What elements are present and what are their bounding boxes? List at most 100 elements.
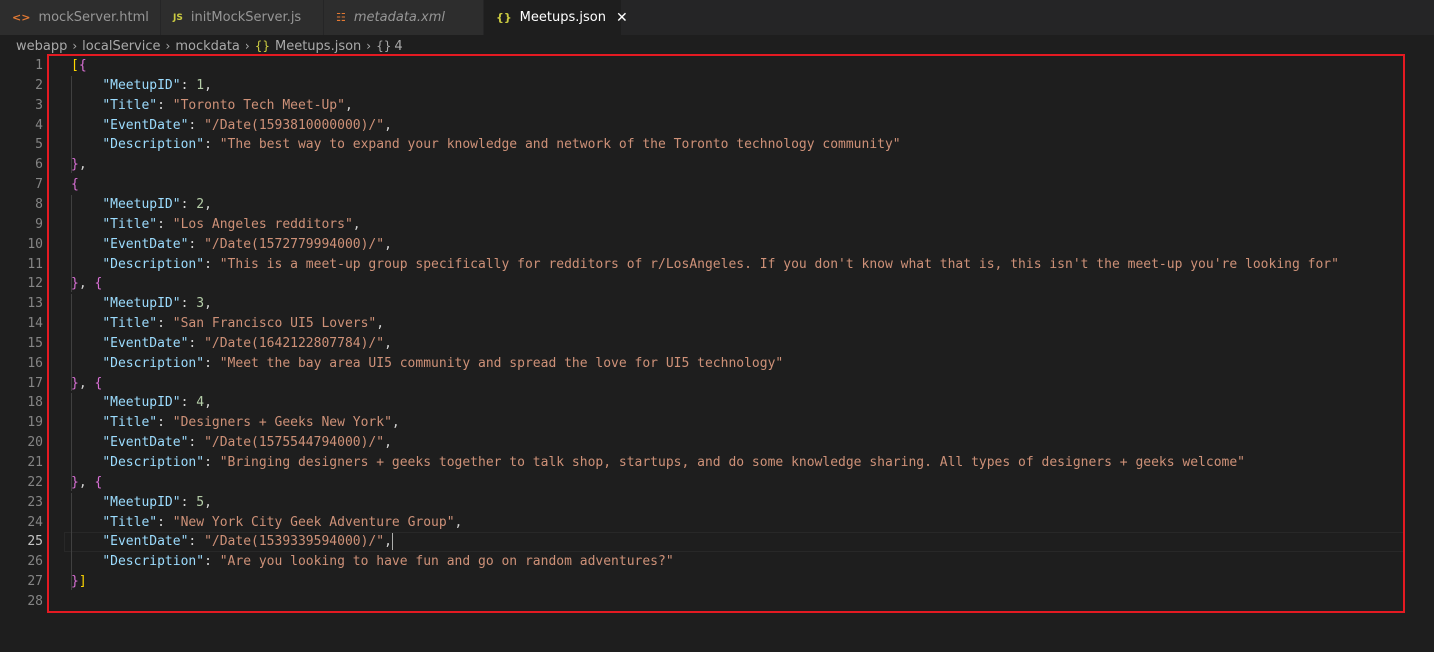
line-number: 8 bbox=[35, 196, 43, 212]
code-line: 21 "Description": "Bringing designers + … bbox=[0, 453, 1434, 473]
code-line: 26 "Description": "Are you looking to ha… bbox=[0, 552, 1434, 572]
code-line: 28 bbox=[0, 592, 1434, 612]
line-number: 12 bbox=[27, 276, 43, 292]
breadcrumb: webapp › localService › mockdata › {} Meetups.j… bbox=[0, 35, 1434, 57]
code-line: 1 [{ bbox=[0, 56, 1434, 76]
tab-label: initMockServer.js bbox=[190, 10, 302, 25]
tab-meetups-json[interactable]: {} Meetups.json ✕ bbox=[484, 0, 628, 35]
indent-guide bbox=[71, 492, 72, 590]
tab-initmockserver-js[interactable]: JS initMockServer.js bbox=[161, 0, 324, 35]
code-text[interactable]: "Title": "San Francisco UI5 Lovers", bbox=[71, 314, 384, 334]
indent-guide bbox=[71, 75, 72, 174]
line-number: 23 bbox=[27, 494, 43, 510]
code-text[interactable]: "Title": "Los Angeles redditors", bbox=[71, 215, 360, 235]
tab-label: Meetups.json bbox=[519, 10, 606, 25]
line-number: 3 bbox=[35, 97, 43, 113]
code-line: 8 "MeetupID": 2, bbox=[0, 195, 1434, 215]
code-line: 6}, bbox=[0, 155, 1434, 175]
code-text[interactable]: [{ bbox=[71, 56, 87, 76]
code-text[interactable]: }, bbox=[71, 155, 87, 175]
line-number: 19 bbox=[27, 415, 43, 431]
line-number: 25 bbox=[27, 534, 43, 550]
breadcrumb-item[interactable]: mockdata bbox=[175, 39, 240, 54]
breadcrumb-item[interactable]: localService bbox=[82, 39, 160, 54]
chevron-right-icon: › bbox=[72, 39, 78, 53]
close-icon[interactable]: ✕ bbox=[616, 10, 628, 26]
code-text[interactable]: "EventDate": "/Date(1572779994000)/", bbox=[71, 235, 392, 255]
html-icon: <> bbox=[12, 11, 31, 24]
text-cursor bbox=[391, 533, 393, 551]
code-text[interactable]: }, { bbox=[71, 374, 102, 394]
code-editor[interactable]: 1[{2 "MeetupID": 1, 3 "Title": "Toronto T… bbox=[0, 56, 1434, 616]
line-number: 5 bbox=[35, 137, 43, 153]
code-line: 24 "Title": "New York City Geek Adventur… bbox=[0, 513, 1434, 533]
code-text[interactable]: "Description": "The best way to expand y… bbox=[71, 135, 900, 155]
code-text[interactable]: "Description": "Bringing designers + gee… bbox=[71, 453, 1245, 473]
code-line: 13 "MeetupID": 3, bbox=[0, 294, 1434, 314]
chevron-right-icon: › bbox=[366, 39, 372, 53]
chevron-right-icon: › bbox=[165, 39, 171, 53]
code-text[interactable]: "Description": "This is a meet-up group … bbox=[71, 255, 1339, 275]
code-line: 7{ bbox=[0, 175, 1434, 195]
line-number: 14 bbox=[27, 316, 43, 332]
code-text[interactable]: "Title": "Toronto Tech Meet-Up", bbox=[71, 96, 352, 116]
line-number: 11 bbox=[27, 256, 43, 272]
code-text[interactable]: "EventDate": "/Date(1642122807784)/", bbox=[71, 334, 392, 354]
code-text[interactable]: "Description": "Meet the bay area UI5 co… bbox=[71, 354, 783, 374]
code-line: 20 "EventDate": "/Date(1575544794000)/", bbox=[0, 433, 1434, 453]
tab-label: metadata.xml bbox=[353, 10, 445, 25]
code-text[interactable]: "EventDate": "/Date(1593810000000)/", bbox=[71, 116, 392, 136]
line-number: 20 bbox=[27, 435, 43, 451]
code-line: 11 "Description": "This is a meet-up gro… bbox=[0, 255, 1434, 275]
tab-label: mockServer.html bbox=[38, 10, 149, 25]
code-line: 5 "Description": "The best way to expand… bbox=[0, 135, 1434, 155]
tab-metadata-xml[interactable]: ☷ metadata.xml bbox=[324, 0, 484, 35]
code-line: 23 "MeetupID": 5, bbox=[0, 493, 1434, 513]
rss-icon: ☷ bbox=[336, 11, 346, 24]
breadcrumb-file[interactable]: Meetups.json bbox=[275, 39, 361, 54]
code-line: 9 "Title": "Los Angeles redditors", bbox=[0, 215, 1434, 235]
code-text[interactable]: }, { bbox=[71, 274, 102, 294]
tab-bar: <> mockServer.html JS initMockServer.js ☷ met… bbox=[0, 0, 1434, 35]
line-number: 16 bbox=[27, 355, 43, 371]
code-text[interactable]: }] bbox=[71, 572, 87, 592]
indent-guide bbox=[71, 393, 72, 491]
line-number: 7 bbox=[35, 177, 43, 193]
code-text[interactable]: "MeetupID": 2, bbox=[71, 195, 212, 215]
line-number: 22 bbox=[27, 474, 43, 490]
breadcrumb-symbol[interactable]: 4 bbox=[394, 39, 402, 54]
line-number: 17 bbox=[27, 375, 43, 391]
object-symbol-icon: {} bbox=[376, 39, 392, 53]
code-line: 2 "MeetupID": 1, bbox=[0, 76, 1434, 96]
indent-guide bbox=[71, 294, 72, 392]
code-text[interactable]: "MeetupID": 1, bbox=[71, 76, 212, 96]
code-text[interactable]: "MeetupID": 5, bbox=[71, 493, 212, 513]
code-text[interactable]: "EventDate": "/Date(1575544794000)/", bbox=[71, 433, 392, 453]
line-number: 21 bbox=[27, 455, 43, 470]
line-number: 6 bbox=[35, 157, 43, 173]
code-text[interactable]: "Description": "Are you looking to have … bbox=[71, 552, 673, 572]
code-text[interactable]: "Title": "Designers + Geeks New York", bbox=[71, 413, 399, 433]
json-icon: {} bbox=[496, 11, 512, 24]
line-number: 13 bbox=[27, 296, 43, 312]
code-line: 19 "Title": "Designers + Geeks New York"… bbox=[0, 413, 1434, 433]
line-number: 4 bbox=[35, 117, 43, 133]
code-text[interactable]: }, { bbox=[71, 473, 102, 493]
breadcrumb-item[interactable]: webapp bbox=[16, 39, 67, 54]
tab-mockserver-html[interactable]: <> mockServer.html bbox=[0, 0, 161, 35]
js-icon: JS bbox=[173, 12, 183, 23]
line-number: 1 bbox=[35, 58, 43, 73]
code-text[interactable]: { bbox=[71, 175, 79, 195]
code-line: 17 }, { bbox=[0, 374, 1434, 394]
code-line: 18 "MeetupID": 4, bbox=[0, 393, 1434, 413]
code-line: 15 "EventDate": "/Date(1642122807784)/", bbox=[0, 334, 1434, 354]
code-line: 10 "EventDate": "/Date(1572779994000)/", bbox=[0, 235, 1434, 255]
chevron-right-icon: › bbox=[244, 39, 250, 53]
code-text[interactable]: "Title": "New York City Geek Adventure G… bbox=[71, 513, 462, 533]
code-line: 16 "Description": "Meet the bay area UI5… bbox=[0, 354, 1434, 374]
code-text[interactable]: "EventDate": "/Date(1539339594000)/", bbox=[71, 532, 393, 552]
line-number: 2 bbox=[35, 77, 43, 93]
code-text[interactable]: "MeetupID": 3, bbox=[71, 294, 212, 314]
code-text[interactable]: "MeetupID": 4, bbox=[71, 393, 212, 413]
code-line: 22 }, { bbox=[0, 473, 1434, 493]
